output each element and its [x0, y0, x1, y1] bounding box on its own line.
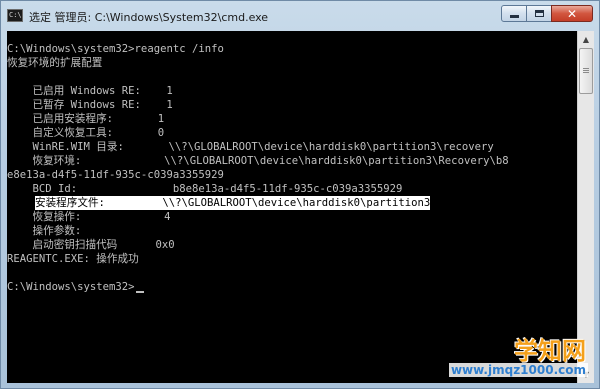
- console-line: BCD Id: b8e8e13a-d4f5-11df-935c-c039a335…: [7, 183, 403, 195]
- console-line: 恢复环境: \\?\GLOBALROOT\device\harddisk0\pa…: [7, 155, 509, 167]
- close-icon: ✕: [566, 6, 578, 21]
- window-title: 选定 管理员: C:\Windows\System32\cmd.exe: [29, 11, 269, 24]
- console-line: e8e13a-d4f5-11df-935c-c039a3355929: [7, 169, 224, 181]
- thumb-grip-line: [583, 68, 589, 69]
- close-button[interactable]: ✕: [551, 5, 593, 22]
- maximize-icon: [534, 10, 544, 17]
- title-bar[interactable]: C:\ 选定 管理员: C:\Windows\System32\cmd.exe …: [1, 1, 599, 31]
- maximize-button[interactable]: [526, 5, 552, 22]
- thumb-grip-line: [583, 72, 589, 73]
- minimize-icon: [509, 15, 519, 18]
- console-line: 恢复环境的扩展配置: [7, 57, 103, 69]
- watermark-url: www.jmqz1000.com: [448, 363, 588, 377]
- console-line: C:\Windows\system32>: [7, 281, 135, 293]
- console-line: C:\Windows\system32>reagentc /info: [7, 43, 224, 55]
- console-line: 已暂存 Windows RE: 1: [7, 99, 173, 111]
- console-line: WinRE.WIM 目录: \\?\GLOBALROOT\device\hard…: [7, 141, 494, 153]
- minimize-button[interactable]: [501, 5, 527, 22]
- site-watermark: 学知网 www.jmqz1000.com: [448, 331, 594, 383]
- caption-buttons: ✕: [501, 5, 593, 23]
- console-line: 启动密钥扫描代码 0x0: [7, 239, 175, 251]
- scroll-up-arrow-icon: ▲: [582, 35, 590, 44]
- console-line: 已启用安装程序: 1: [7, 113, 165, 125]
- console-line: 操作参数:: [7, 225, 82, 237]
- console-line: REAGENTC.EXE: 操作成功: [7, 253, 139, 265]
- console-line: 恢复操作: 4: [7, 211, 171, 223]
- console-line: 已启用 Windows RE: 1: [7, 85, 173, 97]
- console-line: 自定义恢复工具: 0: [7, 127, 165, 139]
- scroll-up-button[interactable]: ▲: [578, 31, 594, 48]
- console-line-selected: 安装程序文件: \\?\GLOBALROOT\device\harddisk0\…: [35, 196, 431, 210]
- text-cursor: [135, 291, 144, 293]
- scrollbar-thumb[interactable]: [579, 48, 593, 94]
- watermark-title: 学知网: [514, 337, 586, 365]
- thumb-grip-line: [583, 70, 589, 71]
- cmd-app-icon[interactable]: C:\: [7, 9, 23, 22]
